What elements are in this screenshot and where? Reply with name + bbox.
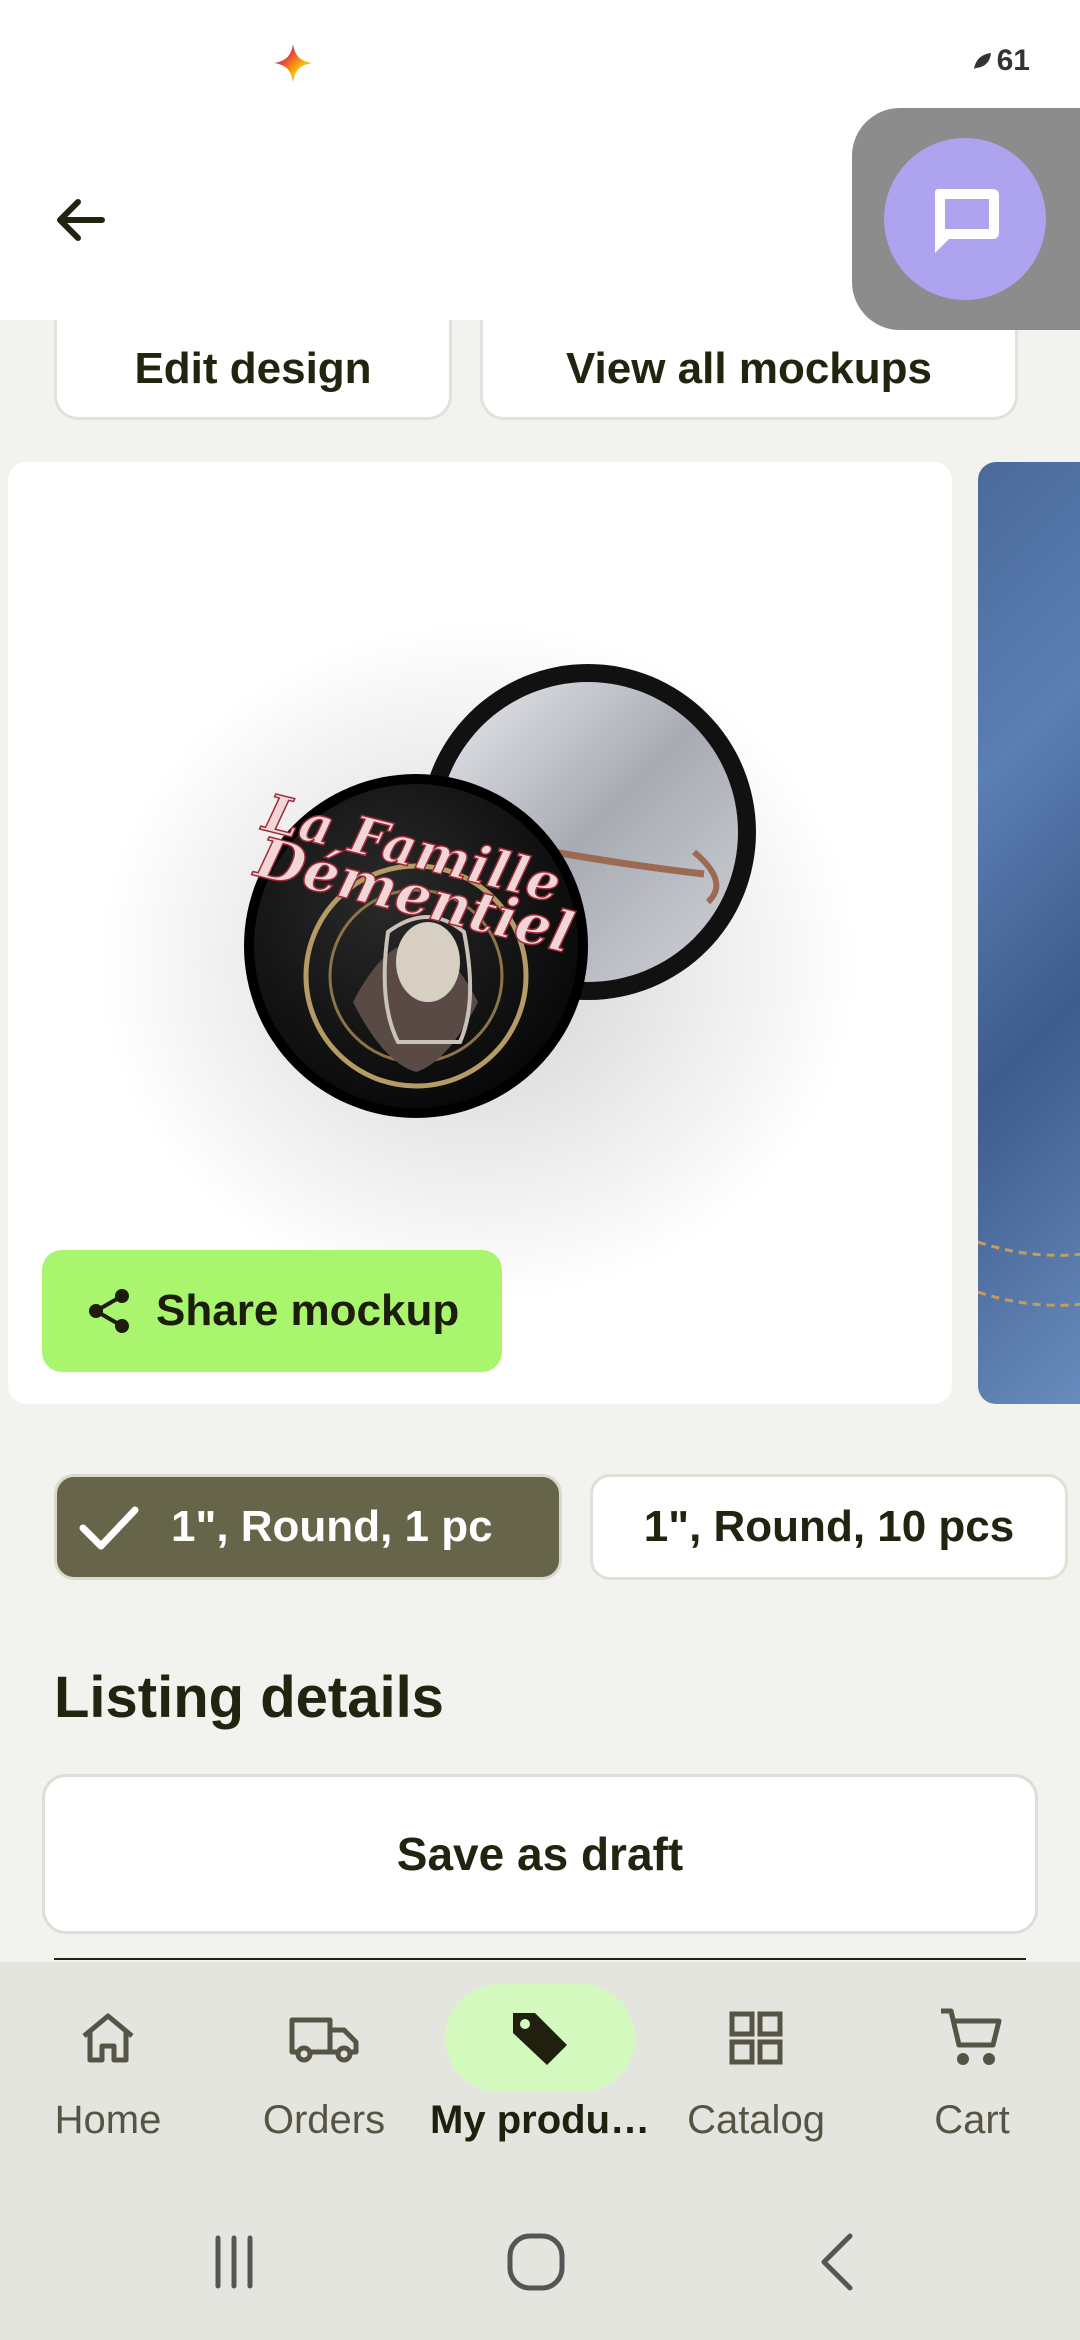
sparkle-icon (274, 44, 312, 82)
chat-icon (934, 189, 999, 253)
nav-label: My produ… (430, 2098, 650, 2142)
check-icon (79, 1506, 139, 1550)
nav-label: Home (54, 2098, 162, 2142)
home-circle-icon (507, 2233, 565, 2291)
battery-level: 61 (996, 44, 1030, 77)
divider (54, 1958, 1026, 1960)
battery-indicator: 61 (971, 44, 1030, 78)
variant-chip-selected[interactable]: 1", Round, 1 pc (54, 1474, 562, 1580)
bottom-navigation: Home Orders My produ… Catalog Cart (0, 1962, 1080, 2162)
nav-label: Catalog (687, 2098, 825, 2142)
recents-button[interactable] (194, 2222, 274, 2302)
save-as-draft-button[interactable]: Save as draft (42, 1774, 1038, 1934)
tag-icon (513, 2013, 567, 2065)
home-button[interactable] (496, 2222, 576, 2302)
nav-item-orders[interactable]: Orders (216, 1962, 432, 2162)
nav-item-catalog[interactable]: Catalog (648, 1962, 864, 2162)
recents-icon (215, 2235, 253, 2289)
variant-label: 1", Round, 10 pcs (643, 1502, 1015, 1551)
share-icon (89, 1289, 129, 1333)
chevron-left-icon (821, 2233, 853, 2291)
system-navigation-bar (0, 2162, 1080, 2340)
mockup-card[interactable]: La Famille Démentiel Share mockup (8, 462, 952, 1404)
next-mockup-card[interactable] (978, 462, 1080, 1404)
arrow-left-icon (57, 199, 105, 241)
section-title: Listing details (54, 1665, 444, 1730)
variant-label: 1", Round, 1 pc (171, 1502, 493, 1551)
status-bar: 61 (0, 0, 1080, 120)
share-mockup-button[interactable]: Share mockup (42, 1250, 502, 1372)
cart-icon (941, 2008, 1002, 2065)
edit-design-button[interactable]: Edit design (54, 320, 452, 420)
share-mockup-label: Share mockup (156, 1286, 460, 1335)
back-button[interactable] (40, 180, 120, 260)
design-actions: Edit design View all mockups (0, 320, 1080, 420)
nav-label: Cart (934, 2098, 1010, 2142)
grid-icon (729, 2011, 783, 2065)
system-back-button[interactable] (800, 2222, 880, 2302)
nav-item-my-products[interactable]: My produ… (430, 1962, 650, 2162)
chat-button[interactable] (884, 138, 1046, 300)
truck-icon (289, 2017, 359, 2063)
home-icon (82, 2013, 134, 2063)
nav-item-home[interactable]: Home (0, 1962, 216, 2162)
chat-fab-container (852, 108, 1080, 330)
nav-label: Orders (262, 2098, 386, 2142)
variant-chip[interactable]: 1", Round, 10 pcs (590, 1474, 1068, 1580)
nav-item-cart[interactable]: Cart (864, 1962, 1080, 2162)
leaf-icon (973, 53, 991, 69)
view-all-mockups-button[interactable]: View all mockups (480, 320, 1018, 420)
denim-mockup-image (978, 1240, 1080, 1307)
